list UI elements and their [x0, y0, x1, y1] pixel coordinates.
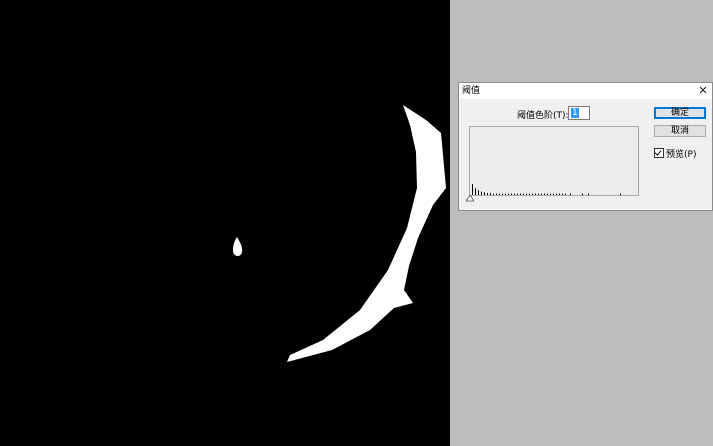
histogram-bar	[505, 193, 506, 195]
histogram-bar	[523, 193, 524, 195]
histogram-bar	[556, 193, 557, 195]
checkbox-checked-icon[interactable]	[654, 148, 664, 158]
image-canvas[interactable]	[0, 0, 450, 446]
white-drop-shape	[233, 237, 243, 257]
threshold-level-label: 阈值色阶(T):	[517, 111, 569, 121]
ok-button[interactable]: 确定	[654, 107, 706, 119]
histogram-bar	[475, 188, 476, 195]
histogram-bar	[553, 193, 554, 195]
histogram-bar	[496, 193, 497, 195]
histogram-bar	[550, 193, 551, 195]
histogram-bar	[490, 192, 491, 195]
histogram-bar	[535, 193, 536, 195]
histogram-bar	[511, 193, 512, 195]
histogram-bar	[565, 193, 566, 195]
threshold-dialog: 阈值 ✕ 阈值色阶(T): 1 确定 取消 预览(P)	[458, 82, 713, 211]
histogram-bar	[508, 193, 509, 195]
cancel-button[interactable]: 取消	[654, 125, 706, 137]
histogram-bar	[478, 190, 479, 195]
threshold-preview-image	[233, 105, 446, 362]
workspace-background	[450, 0, 713, 446]
threshold-level-value: 1	[571, 108, 579, 118]
histogram-bar	[620, 193, 621, 195]
histogram-bar	[532, 193, 533, 195]
dialog-title: 阈值	[462, 86, 481, 96]
histogram-bar	[547, 193, 548, 195]
histogram-plot	[472, 184, 621, 195]
histogram-bar	[562, 193, 563, 195]
histogram-bar	[502, 193, 503, 195]
histogram-bar	[499, 193, 500, 195]
histogram-bar	[529, 193, 530, 195]
preview-checkbox[interactable]: 预览(P)	[654, 147, 696, 160]
histogram-bar	[570, 193, 571, 195]
preview-label: 预览(P)	[666, 150, 697, 160]
histogram-bar	[520, 193, 521, 195]
histogram-bar	[481, 191, 482, 195]
histogram-bar	[538, 193, 539, 195]
histogram-bar	[559, 193, 560, 195]
histogram-bar	[493, 193, 494, 195]
histogram-bar	[514, 193, 515, 195]
histogram-bar	[588, 193, 589, 195]
white-crescent-shape	[287, 105, 446, 362]
close-icon[interactable]: ✕	[696, 83, 710, 99]
histogram-bar	[484, 192, 485, 195]
threshold-slider-handle[interactable]	[466, 195, 474, 202]
threshold-level-input[interactable]: 1	[568, 106, 590, 120]
histogram-bar	[517, 193, 518, 195]
dialog-titlebar[interactable]: 阈值 ✕	[459, 83, 712, 99]
histogram-bar	[526, 193, 527, 195]
histogram-bar	[487, 192, 488, 195]
histogram-bar	[582, 193, 583, 195]
histogram-bar	[472, 184, 473, 195]
histogram-bar	[544, 193, 545, 195]
histogram-bar	[541, 193, 542, 195]
histogram	[469, 126, 639, 196]
